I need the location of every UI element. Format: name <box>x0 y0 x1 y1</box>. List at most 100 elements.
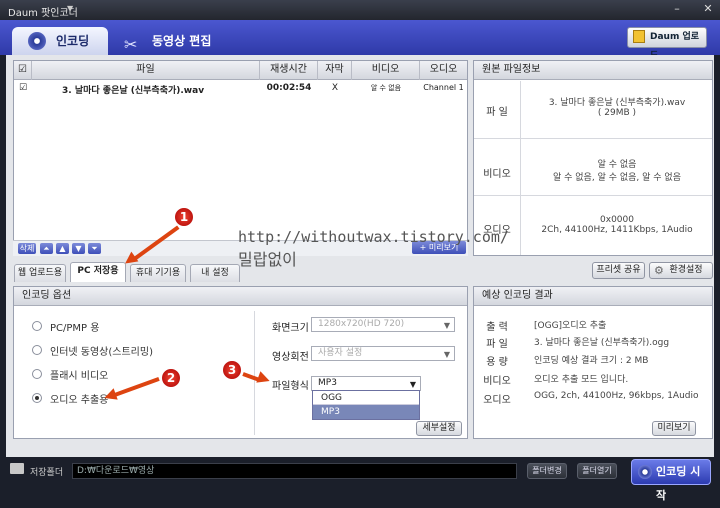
minimize-icon[interactable]: – <box>670 3 684 16</box>
result-size-value: 인코딩 예상 결과 크기 : 2 MB <box>534 356 649 366</box>
col-subtitle[interactable]: 자막 <box>318 61 352 80</box>
move-top-icon[interactable]: ⏶ <box>40 243 53 254</box>
title-bar: Daum 팟인코더 ▼ – ✕ <box>0 0 720 20</box>
radio-pc-pmp-label[interactable]: PC/PMP 용 <box>50 319 99 334</box>
divider <box>254 311 255 435</box>
tab-encoding[interactable]: 인코딩 <box>12 27 108 55</box>
src-file-value: 3. 날마다 좋은날 (신부측축가).wav ( 29MB ) <box>548 98 686 118</box>
col-audio[interactable]: 오디오 <box>420 61 467 80</box>
result-audio-value: OGG, 2ch, 44100Hz, 96kbps, 1Audio <box>534 391 699 401</box>
tab-video-edit-label: 동영상 편집 <box>152 34 212 48</box>
result-file-label: 파 일 <box>486 339 508 350</box>
src-video-value: 알 수 없음 알 수 없음, 알 수 없음, 알 수 없음 <box>553 160 681 183</box>
delete-button[interactable]: 삭제 <box>18 243 36 254</box>
format-option-ogg[interactable]: OGG <box>313 391 419 405</box>
radio-flash-label[interactable]: 플래시 비디오 <box>50 367 108 382</box>
format-value: MP3 <box>318 378 337 388</box>
subtab-pc-save[interactable]: PC 저장용 <box>70 262 126 282</box>
save-folder-label: 저장폴더 <box>30 468 64 478</box>
film-reel-icon <box>28 32 46 50</box>
row-duration: 00:02:54 <box>266 83 312 93</box>
chevron-down-icon: ▼ <box>443 321 450 330</box>
save-folder-path-field[interactable]: D:₩다운로드₩영상 <box>72 463 517 479</box>
result-output-value: [OGG]오디오 추출 <box>534 321 607 331</box>
divider <box>474 138 712 139</box>
screen-size-select[interactable]: 1280x720(HD 720) ▼ <box>311 317 455 332</box>
format-label: 파일형식 <box>272 381 309 392</box>
divider <box>520 81 521 255</box>
encode-options-title: 인코딩 옵션 <box>14 287 467 306</box>
radio-streaming[interactable] <box>32 345 42 355</box>
divider <box>474 195 712 196</box>
start-encoding-label: 인코딩 시작 <box>656 465 701 502</box>
row-audio: Channel 1 <box>423 83 464 92</box>
subtab-web-upload[interactable]: 웹 업로드용 <box>14 264 66 282</box>
title-menu-dropdown[interactable]: ▼ <box>67 4 73 13</box>
folder-icon <box>10 463 24 474</box>
src-audio-value: 0x0000 2Ch, 44100Hz, 1411Kbps, 1Audio <box>541 215 693 235</box>
radio-audio-extract[interactable] <box>32 393 42 403</box>
format-select[interactable]: MP3 ▼ <box>311 376 421 391</box>
result-audio-label: 오디오 <box>483 395 511 406</box>
move-bottom-icon[interactable]: ⏷ <box>88 243 101 254</box>
chevron-down-icon: ▼ <box>443 350 450 359</box>
env-settings-button[interactable]: ⚙ 환경설정 <box>649 262 713 279</box>
src-file-label: 파 일 <box>486 107 508 118</box>
radio-flash[interactable] <box>32 369 42 379</box>
watermark-url: http://withoutwax.tistory.com/ <box>238 228 509 246</box>
result-video-label: 비디오 <box>483 376 511 387</box>
screen-size-value: 1280x720(HD 720) <box>318 319 405 329</box>
result-title: 예상 인코딩 결과 <box>474 287 712 306</box>
radio-pc-pmp[interactable] <box>32 321 42 331</box>
table-row[interactable]: ☑ 3. 날마다 좋은날 (신부측축가).wav 00:02:54 X 알 수 … <box>14 81 467 97</box>
gear-icon: ⚙ <box>654 264 664 277</box>
file-list-header: ☑ 파일 재생시간 자막 비디오 오디오 <box>14 61 467 80</box>
col-duration[interactable]: 재생시간 <box>260 61 318 80</box>
col-file[interactable]: 파일 <box>32 61 260 80</box>
row-file: 3. 날마다 좋은날 (신부측축가).wav <box>62 86 205 96</box>
format-dropdown-list[interactable]: OGG MP3 <box>312 390 420 420</box>
source-info-panel: 원본 파일정보 파 일 3. 날마다 좋은날 (신부측축가).wav ( 29M… <box>473 60 713 256</box>
close-icon[interactable]: ✕ <box>701 3 715 16</box>
file-list[interactable]: ☑ 파일 재생시간 자막 비디오 오디오 ☑ 3. 날마다 좋은날 (신부측축가… <box>13 60 468 256</box>
preset-share-button[interactable]: 프리셋 공유 <box>592 262 645 279</box>
annotation-badge-1: 1 <box>173 206 195 228</box>
film-reel-icon <box>638 465 652 479</box>
col-video[interactable]: 비디오 <box>352 61 420 80</box>
subtab-my-settings[interactable]: 내 설정 <box>190 264 240 282</box>
move-down-icon[interactable]: ▼ <box>72 243 85 254</box>
rotate-label: 영상회전 <box>272 352 309 363</box>
result-output-label: 출 력 <box>486 322 508 333</box>
change-folder-button[interactable]: 폴더변경 <box>527 463 567 479</box>
row-video: 알 수 없음 <box>370 84 402 92</box>
row-checkbox[interactable]: ☑ <box>14 83 32 97</box>
radio-streaming-label[interactable]: 인터넷 동영상(스트리밍) <box>50 343 153 358</box>
annotation-badge-3: 3 <box>221 359 243 381</box>
source-info-title: 원본 파일정보 <box>474 61 712 80</box>
start-encoding-button[interactable]: 인코딩 시작 <box>631 459 711 502</box>
format-option-mp3[interactable]: MP3 <box>313 405 419 419</box>
annotation-badge-2: 2 <box>160 367 182 389</box>
open-folder-button[interactable]: 폴더열기 <box>577 463 617 479</box>
screen-size-label: 화면크기 <box>272 323 309 334</box>
select-all-checkbox[interactable]: ☑ <box>14 61 32 80</box>
upload-icon <box>633 30 645 43</box>
result-preview-button[interactable]: 미리보기 <box>652 421 696 436</box>
watermark-name: 밀랍없이 <box>238 250 297 269</box>
result-file-value: 3. 날마다 좋은날 (신부측축가).ogg <box>534 338 670 348</box>
detail-settings-button[interactable]: 세부설정 <box>416 421 462 436</box>
env-settings-label: 환경설정 <box>669 265 703 275</box>
subtab-mobile[interactable]: 휴대 기기용 <box>130 264 186 282</box>
tab-encoding-label: 인코딩 <box>56 34 90 48</box>
rotate-select[interactable]: 사용자 설정 ▼ <box>311 346 455 361</box>
result-size-label: 용 량 <box>486 357 508 368</box>
src-video-label: 비디오 <box>483 169 511 180</box>
tab-video-edit[interactable]: ✂ 동영상 편집 <box>118 27 238 55</box>
rotate-value: 사용자 설정 <box>318 348 363 358</box>
daum-upload-button[interactable]: Daum 업로드 <box>627 27 707 61</box>
move-up-icon[interactable]: ▲ <box>56 243 69 254</box>
main-tab-bar <box>0 20 720 55</box>
radio-audio-extract-label[interactable]: 오디오 추출용 <box>50 391 108 406</box>
result-video-value: 오디오 추출 모드 입니다. <box>534 375 629 385</box>
result-panel: 예상 인코딩 결과 출 력 [OGG]오디오 추출 파 일 3. 날마다 좋은날… <box>473 286 713 439</box>
